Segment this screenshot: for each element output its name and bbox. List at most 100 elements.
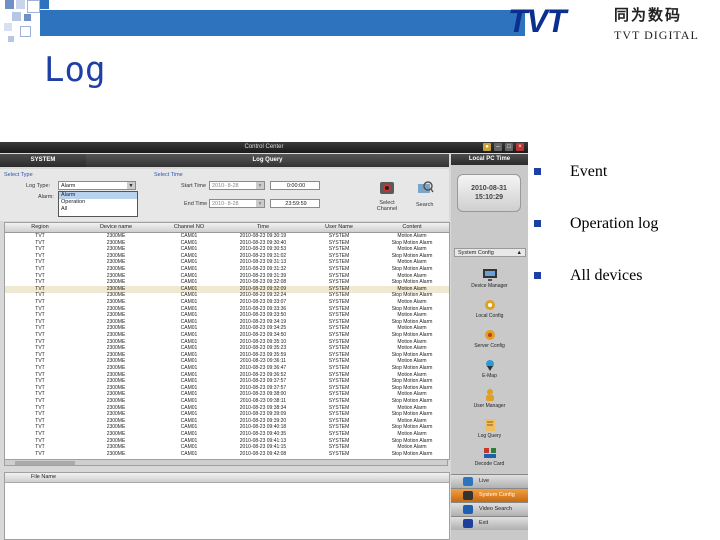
video-search-button[interactable]: Video Search	[451, 502, 528, 516]
col-header-user-name[interactable]: User Name	[305, 223, 373, 232]
start-time-field[interactable]: 0:00:00	[270, 181, 320, 190]
exit-icon	[463, 519, 473, 528]
file-name-header[interactable]: File Name	[5, 473, 449, 483]
minimize-icon[interactable]: –	[494, 143, 502, 151]
log-type-value: Alarm	[61, 183, 76, 189]
nav-label: Device Manager	[471, 283, 508, 289]
cell-channel-no: CAM01	[180, 450, 198, 457]
scrollbar-thumb[interactable]	[15, 461, 75, 465]
alarm-option-all[interactable]: All	[59, 206, 137, 213]
chevron-down-icon[interactable]: ▼	[127, 182, 135, 189]
table-row[interactable]: TVT 2300ME CAM01 2010-08-23 09:42:08 SYSTEM S…	[5, 451, 449, 458]
col-header-channel-no[interactable]: Channel NO	[157, 223, 221, 232]
tab-log-query[interactable]: Log Query	[86, 154, 449, 167]
system-config-button-label: System Config	[479, 492, 515, 498]
corner-square-8	[20, 26, 31, 37]
nav-log-query[interactable]: Log Query	[451, 418, 528, 439]
tab-row: SYSTEM Log Query	[0, 154, 449, 167]
corner-square-6	[24, 14, 31, 21]
lock-icon[interactable]: ●	[483, 143, 491, 151]
select-channel-button[interactable]	[378, 179, 396, 197]
end-time-field[interactable]: 23:59:59	[270, 199, 320, 208]
start-time-value: 0:00:00	[286, 183, 306, 189]
alarm-label: Alarm:	[38, 194, 54, 200]
bullet-text: Operation log	[570, 215, 659, 232]
corner-square-3	[27, 0, 40, 13]
col-header-time[interactable]: Time	[223, 223, 303, 232]
chevron-up-icon[interactable]: ▲	[517, 249, 522, 258]
system-config-button[interactable]: System Config	[451, 488, 528, 502]
window-title: Control Center	[244, 144, 284, 150]
nav-server-config[interactable]: Server Config	[451, 328, 528, 349]
horizontal-scrollbar[interactable]	[4, 459, 448, 466]
corner-square-1	[5, 0, 14, 9]
logo-main-text: TVT	[508, 3, 566, 39]
bullet-item-operation-log: Operation log	[534, 214, 714, 234]
nav-label: Server Config	[474, 343, 505, 349]
col-header-region[interactable]: Region	[5, 223, 75, 232]
tab-system[interactable]: SYSTEM	[0, 154, 86, 167]
exit-button[interactable]: Exit	[451, 516, 528, 530]
live-icon	[463, 477, 473, 486]
bullet-square-icon	[534, 220, 541, 227]
col-header-device-name[interactable]: Device name	[77, 223, 155, 232]
decode-card-icon	[483, 448, 496, 458]
clock-display: 2010-08-31 15:10:29	[457, 174, 521, 212]
select-channel-label: Select Channel	[376, 200, 398, 212]
user-icon	[485, 389, 494, 401]
log-icon	[484, 419, 495, 431]
bullet-square-icon	[534, 168, 541, 175]
nav-label: Decode Card	[474, 461, 505, 467]
end-time-value: 23:59:59	[285, 201, 307, 207]
gear-icon	[484, 300, 495, 310]
calendar-dropdown-icon[interactable]: ▼	[256, 182, 264, 189]
nav-user-manager[interactable]: User Manager	[451, 388, 528, 409]
nav-decode-card[interactable]: Decode Card	[451, 446, 528, 467]
cell-content: Stop Motion Alarm	[391, 450, 433, 457]
system-config-header[interactable]: System Config ▲	[454, 248, 526, 257]
map-icon	[485, 360, 494, 371]
maximize-icon[interactable]: □	[505, 143, 513, 151]
end-date-field[interactable]: 2010- 8-28 ▼	[209, 199, 265, 208]
close-icon[interactable]: ×	[516, 143, 524, 151]
alarm-option-alarm[interactable]: Alarm	[59, 192, 137, 199]
logo-chinese-text: 同为数码	[614, 6, 683, 24]
right-side-panel: Local PC Time 2010-08-31 15:10:29 System…	[451, 154, 528, 540]
file-panel: File Name	[4, 472, 450, 540]
nav-device-manager[interactable]: Device Manager	[451, 268, 528, 289]
corner-square-4	[40, 0, 49, 9]
cell-time: 2010-08-23 09:42:08	[239, 450, 287, 457]
log-type-select[interactable]: Alarm ▼	[58, 181, 136, 190]
control-center-window: Control Center ● – □ × SYSTEM Log Query …	[0, 142, 528, 540]
nav-local-config[interactable]: Local Config	[451, 298, 528, 319]
nav-label: Log Query	[477, 433, 502, 439]
video-search-icon	[463, 505, 473, 514]
bullet-square-icon	[534, 272, 541, 279]
live-label: Live	[479, 478, 490, 484]
live-button[interactable]: Live	[451, 474, 528, 488]
search-button[interactable]	[416, 179, 434, 197]
select-type-heading: Select Type	[4, 172, 33, 178]
end-time-label: End Time	[184, 201, 208, 207]
start-date-field[interactable]: 2010- 8-28 ▼	[209, 181, 265, 190]
nav-e-map[interactable]: E-Map	[451, 358, 528, 379]
cell-region: TVT	[35, 450, 45, 457]
logo-sub-text: TVT DIGITAL	[614, 28, 699, 42]
video-search-label: Video Search	[479, 506, 512, 512]
corner-square-2	[16, 0, 25, 9]
calendar-dropdown-icon[interactable]: ▼	[256, 200, 264, 207]
camera-icon	[380, 182, 394, 194]
bullet-text: Event	[570, 163, 608, 180]
tvt-logo: TVT 同为数码 TVT DIGITAL	[508, 4, 716, 44]
window-controls: ● – □ ×	[483, 143, 524, 152]
col-header-content[interactable]: Content	[375, 223, 449, 232]
alarm-dropdown-list[interactable]: Alarm Operation All	[58, 191, 138, 217]
log-table: Region Device name Channel NO Time User …	[4, 222, 450, 460]
window-titlebar: Control Center ● – □ ×	[0, 142, 528, 153]
nav-label: E-Map	[482, 373, 497, 379]
corner-square-5	[12, 12, 21, 21]
start-date-value: 2010- 8-28	[212, 183, 239, 189]
alarm-option-operation[interactable]: Operation	[59, 199, 137, 206]
exit-label: Exit	[479, 520, 489, 526]
select-time-heading: Select Time	[154, 172, 183, 178]
